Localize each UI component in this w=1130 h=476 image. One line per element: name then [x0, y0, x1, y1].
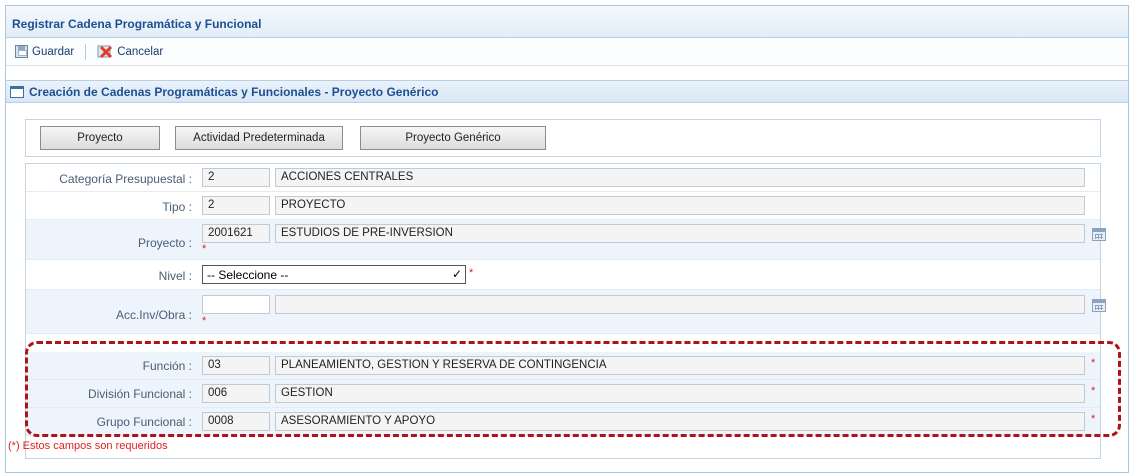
required-asterisk: * [1091, 413, 1096, 425]
tipo-desc-field[interactable]: PROYECTO [275, 196, 1085, 215]
section-header: Creación de Cadenas Programáticas y Func… [6, 81, 1128, 103]
tab-proyecto-generico[interactable]: Proyecto Genérico [360, 126, 546, 150]
required-asterisk: * [469, 267, 474, 279]
cancel-button[interactable]: Cancelar [94, 43, 166, 61]
row-accinv: Acc.Inv/Obra : * [26, 290, 1106, 334]
row-tipo: Tipo : 2 PROYECTO [26, 192, 1100, 220]
nivel-label: Nivel : [158, 269, 192, 283]
required-fields-note: (*) Estos campos son requeridos [8, 440, 168, 452]
required-asterisk: * [202, 243, 207, 255]
toolbar-separator [85, 43, 87, 60]
window-icon [10, 85, 24, 98]
section-title: Creación de Cadenas Programáticas y Func… [29, 84, 439, 99]
nivel-select[interactable]: -- Seleccione -- ✓ [202, 265, 466, 284]
tipo-label: Tipo : [162, 200, 192, 214]
division-desc-field[interactable]: GESTION [275, 384, 1085, 403]
creation-section: Creación de Cadenas Programáticas y Func… [6, 80, 1128, 472]
categoria-desc-field[interactable]: ACCIONES CENTRALES [275, 168, 1085, 187]
window-title: Registrar Cadena Programática y Funciona… [6, 6, 1128, 38]
proyecto-code-field[interactable]: 2001621 [202, 224, 270, 243]
save-label: Guardar [32, 45, 75, 58]
tab-proyecto[interactable]: Proyecto [40, 126, 160, 150]
tipo-code-field[interactable]: 2 [202, 196, 270, 215]
proyecto-label: Proyecto : [137, 236, 192, 250]
funcion-label: Función : [142, 359, 192, 373]
row-division: División Funcional : 006 GESTION * [26, 380, 1100, 408]
toolbar: Guardar Cancelar [6, 38, 1128, 66]
division-label: División Funcional : [87, 387, 192, 401]
cancel-icon [97, 45, 113, 59]
cancel-label: Cancelar [117, 45, 164, 58]
chevron-down-icon: ✓ [451, 267, 462, 281]
funcion-desc-field[interactable]: PLANEAMIENTO, GESTION Y RESERVA DE CONTI… [275, 356, 1085, 375]
form-panel: Categoría Presupuestal : 2 ACCIONES CENT… [25, 163, 1106, 459]
row-funcion: Función : 03 PLANEAMIENTO, GESTION Y RES… [26, 352, 1100, 380]
required-asterisk: * [1091, 385, 1096, 397]
categoria-label: Categoría Presupuestal : [59, 172, 192, 186]
tabs-panel: Proyecto Actividad Predeterminada Proyec… [25, 119, 1101, 157]
row-grupo: Grupo Funcional : 0008 ASESORAMIENTO Y A… [26, 408, 1100, 436]
save-button[interactable]: Guardar [12, 43, 77, 60]
floppy-disk-icon [15, 45, 28, 58]
row-nivel: Nivel : -- Seleccione -- ✓ * [26, 260, 1100, 290]
required-asterisk: * [202, 315, 207, 327]
main-window: Registrar Cadena Programática y Funciona… [5, 5, 1129, 473]
row-categoria: Categoría Presupuestal : 2 ACCIONES CENT… [26, 164, 1100, 192]
row-proyecto: Proyecto : 2001621 * ESTUDIOS DE PRE-INV… [26, 220, 1106, 260]
grupo-code-field[interactable]: 0008 [202, 412, 270, 431]
required-asterisk: * [1091, 357, 1096, 369]
accinv-desc-field[interactable] [275, 295, 1085, 314]
grupo-desc-field[interactable]: ASESORAMIENTO Y APOYO [275, 412, 1085, 431]
categoria-code-field[interactable]: 2 [202, 168, 270, 187]
division-code-field[interactable]: 006 [202, 384, 270, 403]
nivel-selected-value: -- Seleccione -- [207, 268, 289, 282]
accinv-label: Acc.Inv/Obra : [115, 308, 192, 322]
proyecto-desc-field[interactable]: ESTUDIOS DE PRE-INVERSION [275, 224, 1085, 243]
calendar-icon[interactable] [1092, 228, 1106, 241]
tab-actividad-predeterminada[interactable]: Actividad Predeterminada [175, 126, 343, 150]
calendar-icon[interactable] [1092, 299, 1106, 312]
funcion-code-field[interactable]: 03 [202, 356, 270, 375]
accinv-code-field[interactable] [202, 295, 270, 314]
grupo-label: Grupo Funcional : [96, 415, 192, 429]
